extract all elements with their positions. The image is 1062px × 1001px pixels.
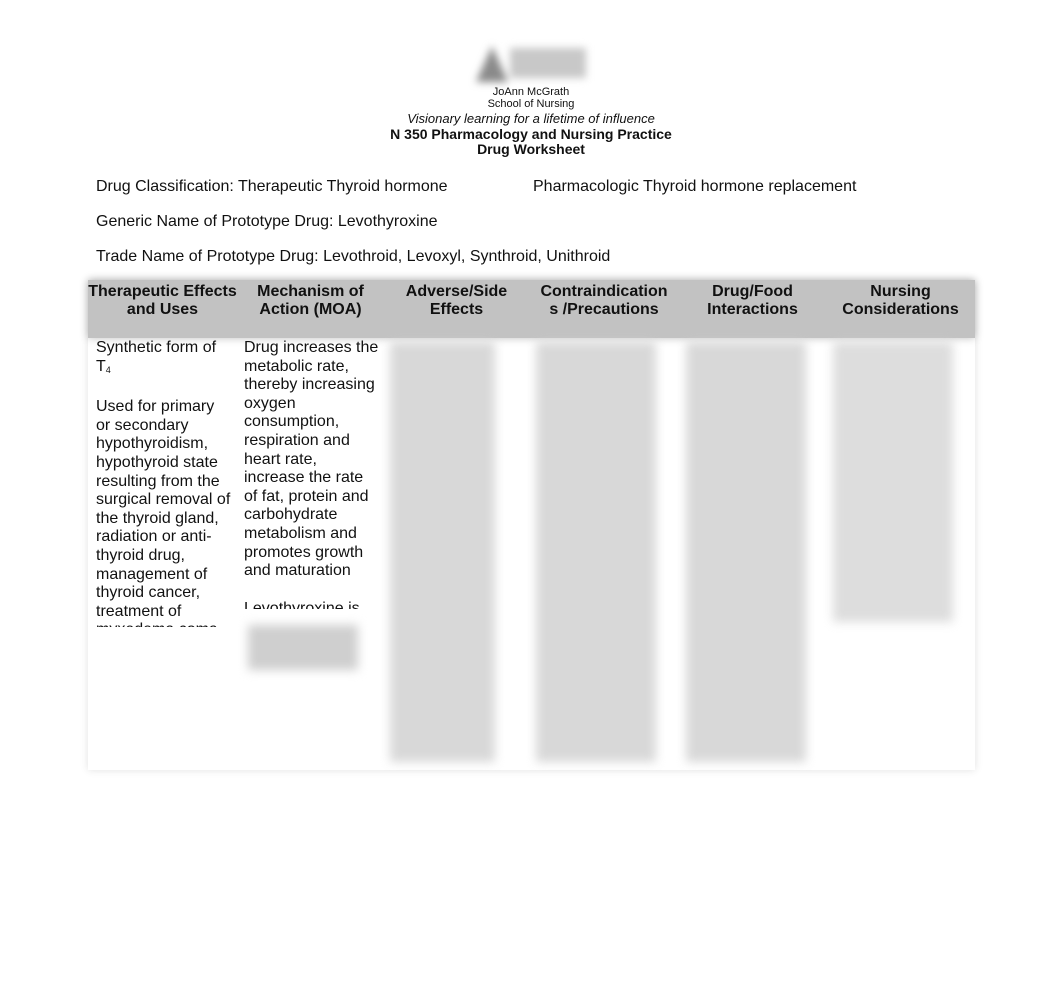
header-contraindications: Contraindications /Precautions [540, 283, 668, 318]
header-therapeutic: Therapeutic Effects and Uses [88, 283, 237, 318]
generic-name: Generic Name of Prototype Drug: Levothyr… [96, 213, 438, 230]
course-title: N 350 Pharmacology and Nursing Practice [390, 126, 672, 142]
blurred-nursing [833, 342, 953, 622]
subscript: 4 [105, 364, 111, 375]
trade-name: Trade Name of Prototype Drug: Levothroid… [96, 248, 611, 265]
header-moa: Mechanism of Action (MOA) [257, 283, 364, 318]
blurred-moa [248, 625, 358, 670]
drug-classification: Drug Classification: Therapeutic Thyroid… [96, 178, 448, 195]
moa-text-2: Levothyroxine is [244, 599, 360, 609]
moa-text-1: Drug increases the metabolic rate, there… [244, 339, 379, 580]
motto: Visionary learning for a lifetime of inf… [407, 111, 655, 126]
drug-table: Therapeutic Effects and Uses Mechanism o… [88, 280, 975, 770]
blurred-interactions [686, 342, 806, 762]
cell-moa: Drug increases the metabolic rate, there… [244, 339, 380, 609]
therapeutic-text-2: Used for primary or secondary hypothyroi… [96, 398, 231, 627]
blurred-contraindications [536, 342, 656, 762]
worksheet-title: Drug Worksheet [477, 141, 585, 157]
institution-school: School of Nursing [487, 98, 575, 110]
institution-name: JoAnn McGrath [492, 86, 570, 98]
cell-therapeutic: Synthetic form of T4 Used for primary or… [96, 339, 231, 627]
blurred-adverse [390, 342, 495, 762]
header-nursing: Nursing Considerations [842, 283, 959, 318]
therapeutic-text-1: Synthetic form of T [96, 339, 217, 375]
table-header: Therapeutic Effects and Uses Mechanism o… [88, 280, 975, 338]
header-adverse: Adverse/Side Effects [405, 283, 508, 318]
header-interactions: Drug/Food Interactions [707, 283, 798, 318]
pharmacologic-classification: Pharmacologic Thyroid hormone replacemen… [533, 178, 857, 195]
school-logo [470, 40, 592, 88]
